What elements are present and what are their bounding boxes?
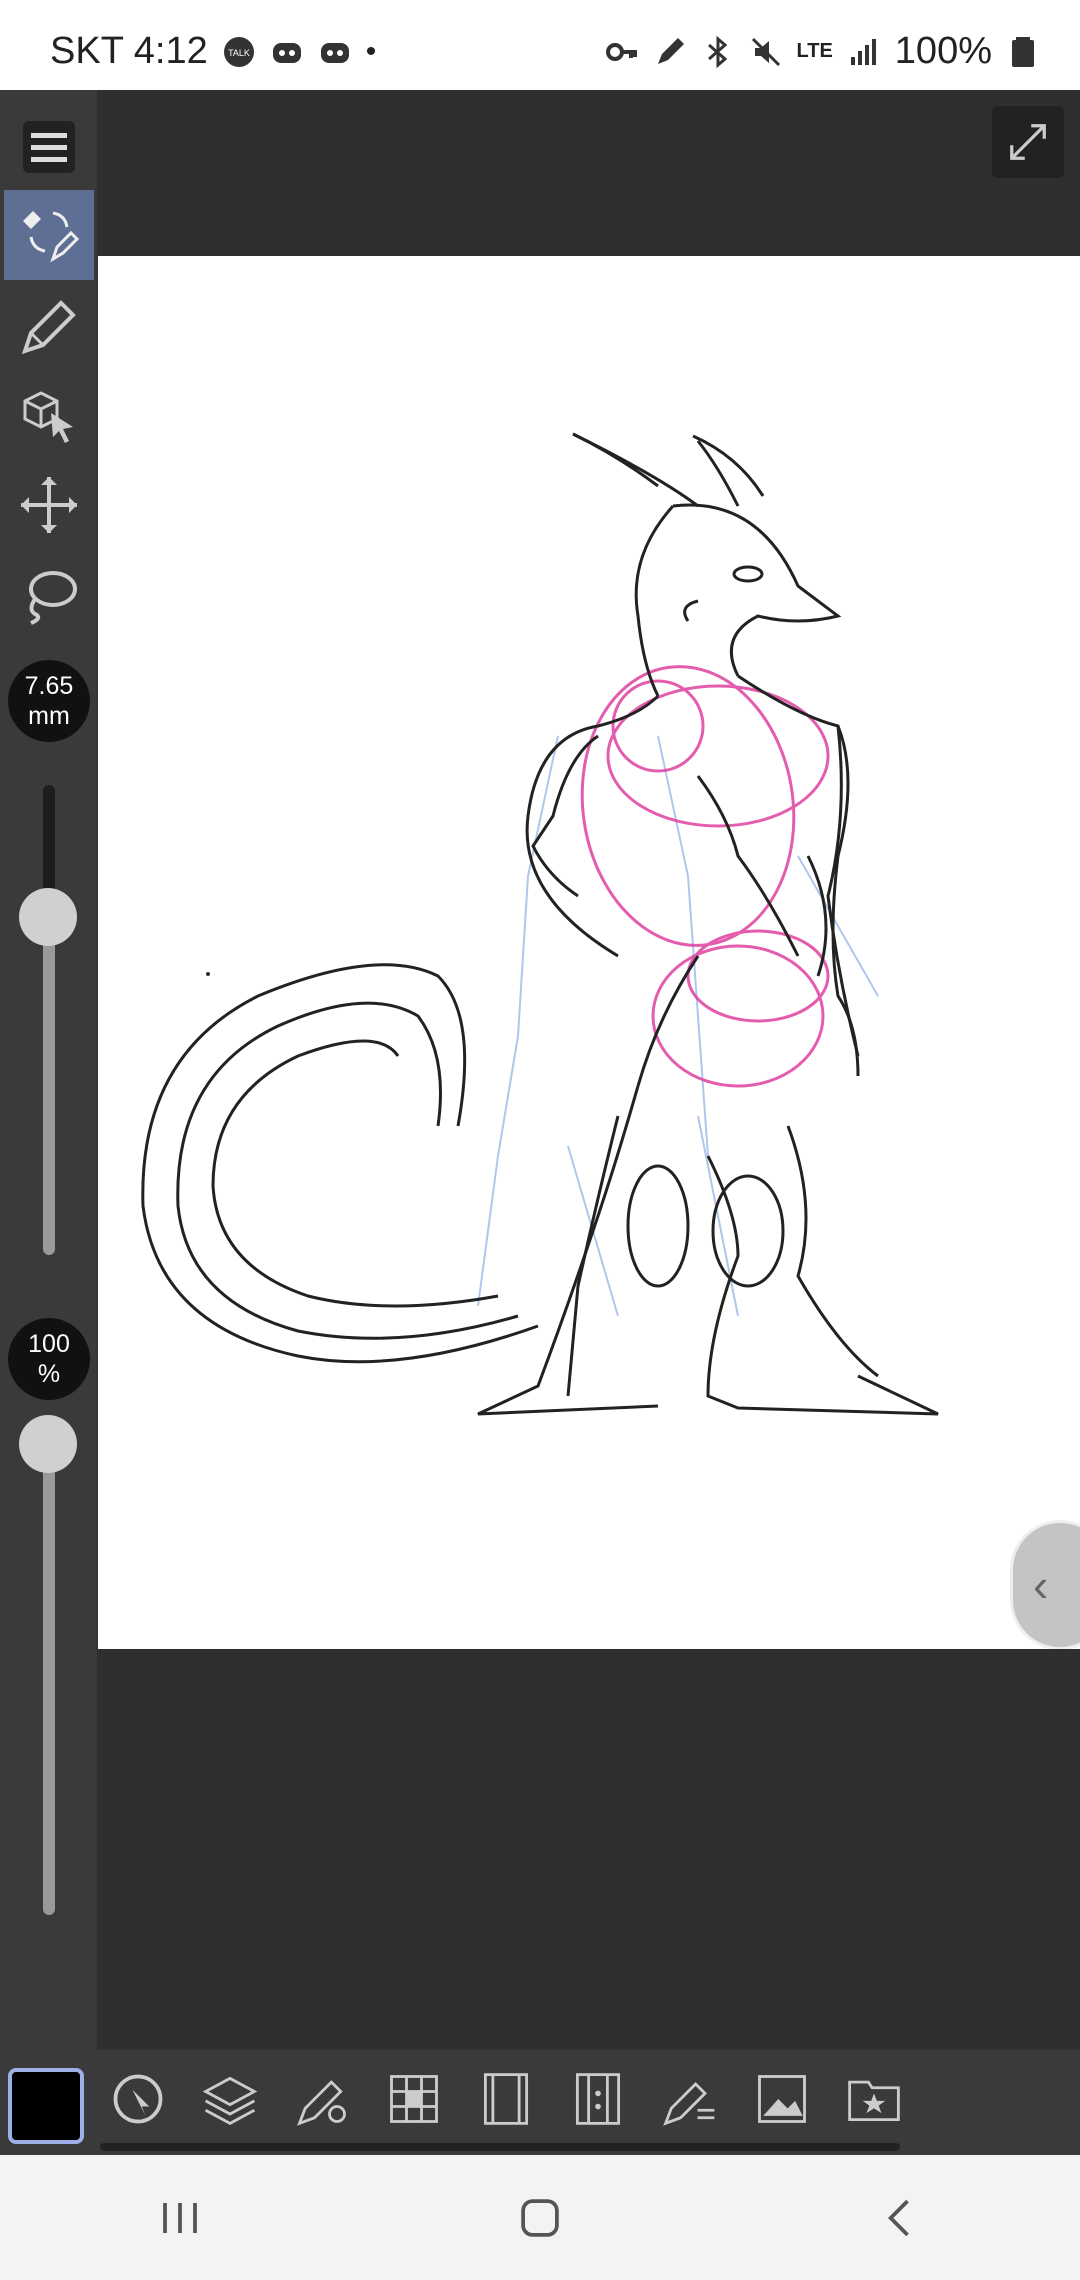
brush-size-slider-track[interactable] (43, 915, 55, 1255)
back-icon (887, 2199, 909, 2236)
command-bar-top (97, 2050, 1080, 2147)
settings-cursor-button[interactable] (107, 2068, 169, 2130)
key-icon (605, 35, 639, 69)
menu-button[interactable] (4, 102, 94, 192)
status-bar: SKT 4:12 TALK • LTE 100% (0, 0, 1080, 90)
more-dot-icon: • (365, 34, 377, 68)
chevron-left-icon: ‹ (1033, 1559, 1049, 1611)
opacity-badge[interactable]: 100 % (8, 1318, 90, 1400)
lasso-icon (29, 571, 77, 625)
brush-size-slider-thumb[interactable] (19, 888, 77, 946)
object-select-icon (23, 391, 73, 443)
opacity-slider-track[interactable] (43, 1445, 55, 1915)
svg-text:TALK: TALK (228, 48, 250, 58)
sub-tool-button[interactable] (383, 2068, 445, 2130)
layers-button[interactable] (199, 2068, 261, 2130)
hamburger-icon (23, 121, 75, 173)
recent-apps-button[interactable] (135, 2173, 225, 2263)
pen-list-button[interactable] (659, 2068, 721, 2130)
signal-icon (847, 35, 881, 69)
recents-icon (163, 2202, 197, 2233)
bottom-scroll-indicator (100, 2143, 900, 2151)
object-select-button[interactable] (4, 370, 94, 460)
canvas-top-area (97, 90, 1080, 255)
animation-button[interactable] (475, 2068, 537, 2130)
status-left: SKT 4:12 TALK • (50, 30, 376, 73)
expand-icon (1010, 124, 1046, 160)
sketch-drawing (141, 432, 939, 1416)
pen-settings-icon (297, 2079, 346, 2126)
swap-pen-eraser-button[interactable] (4, 190, 94, 280)
brush-size-value: 7.65 (24, 672, 74, 700)
swap-eraser-pen-icon (23, 211, 80, 263)
canvas-bottom-area (97, 1649, 1080, 2049)
home-icon (521, 2198, 559, 2237)
cursor-circle-icon (113, 2074, 163, 2123)
move-tool-button[interactable] (4, 460, 94, 550)
grid-icon (390, 2074, 438, 2123)
discord-icon (270, 35, 304, 69)
pen-status-icon (653, 35, 687, 69)
nav-back-button[interactable] (855, 2173, 945, 2263)
opacity-value: 100 (28, 1330, 70, 1358)
gallery-button[interactable] (751, 2068, 813, 2130)
drawing-canvas[interactable] (98, 256, 1080, 1649)
film-icon (483, 2072, 529, 2125)
battery-percent: 100% (894, 30, 992, 72)
talk-icon: TALK (222, 35, 256, 69)
pen-icon (21, 300, 76, 355)
carrier-time: SKT 4:12 (50, 30, 208, 72)
status-right: LTE 100% (605, 30, 1041, 73)
app-area: 7.65 mm 100 % ‹ (0, 90, 1080, 2239)
bluetooth-icon (701, 35, 735, 69)
network-type: LTE (796, 40, 833, 62)
opacity-slider-thumb[interactable] (19, 1415, 77, 1473)
pen-tool-button[interactable] (4, 280, 94, 370)
image-icon (758, 2074, 806, 2123)
brush-size-unit: mm (28, 702, 70, 730)
main-color-swatch[interactable] (8, 2068, 84, 2144)
layers-icon (202, 2076, 258, 2125)
system-nav-bar (0, 2155, 1080, 2280)
battery-icon (1006, 35, 1040, 69)
move-icon (21, 477, 77, 533)
mute-icon (749, 35, 783, 69)
discord-icon-2 (318, 35, 352, 69)
expand-button[interactable] (992, 106, 1064, 178)
brush-size-badge[interactable]: 7.65 mm (8, 660, 90, 742)
side-panel-handle[interactable]: ‹ (1010, 1520, 1080, 1650)
home-button[interactable] (495, 2173, 585, 2263)
pen-list-icon (663, 2081, 715, 2126)
left-tool-sidebar: 7.65 mm 100 % (0, 90, 97, 2155)
timeline-button[interactable] (567, 2068, 629, 2130)
timeline-icon (575, 2072, 621, 2125)
tool-property-button[interactable] (291, 2068, 353, 2130)
material-button[interactable] (843, 2068, 905, 2130)
folder-star-icon (848, 2080, 900, 2121)
opacity-unit: % (37, 1360, 61, 1388)
lasso-tool-button[interactable] (4, 550, 94, 640)
